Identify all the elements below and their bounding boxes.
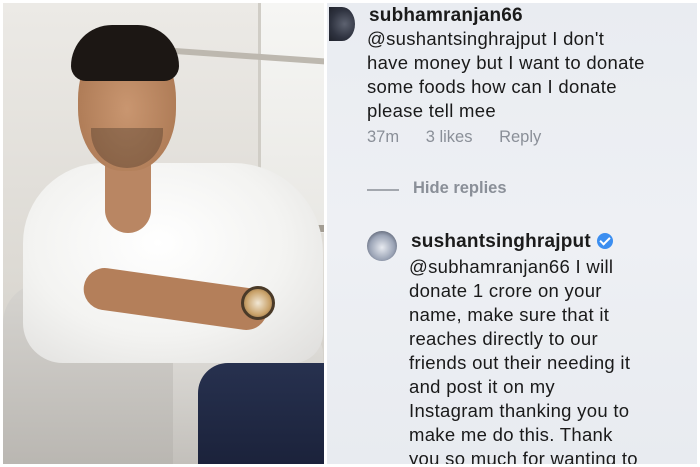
comment-text: @sushantsinghrajput I don't have money b… (367, 28, 645, 121)
verified-badge-icon (596, 233, 613, 249)
hide-replies-button[interactable]: Hide replies (413, 179, 507, 198)
hide-replies-line (367, 189, 399, 191)
comment-likes[interactable]: 3 likes (426, 128, 473, 147)
instagram-comments-panel: subhamranjan66 @sushantsinghrajput I don… (327, 3, 697, 464)
comment-meta: 37m 3 likes Reply (367, 128, 541, 147)
white-shirt (23, 163, 323, 363)
reply-text: @subhamranjan66 I will donate 1 crore on… (409, 256, 638, 464)
comment-timestamp: 37m (367, 128, 400, 146)
jeans (198, 363, 324, 464)
reply-avatar[interactable] (367, 231, 397, 261)
reply-username[interactable]: sushantsinghrajput (411, 231, 613, 253)
wristwatch (241, 286, 275, 320)
comment-username[interactable]: subhamranjan66 (369, 5, 523, 27)
profile-photo (3, 3, 324, 464)
reply-username-text[interactable]: sushantsinghrajput (411, 231, 591, 252)
commenter-avatar[interactable] (329, 7, 355, 41)
reply-button[interactable]: Reply (499, 128, 541, 147)
hair (71, 25, 179, 81)
